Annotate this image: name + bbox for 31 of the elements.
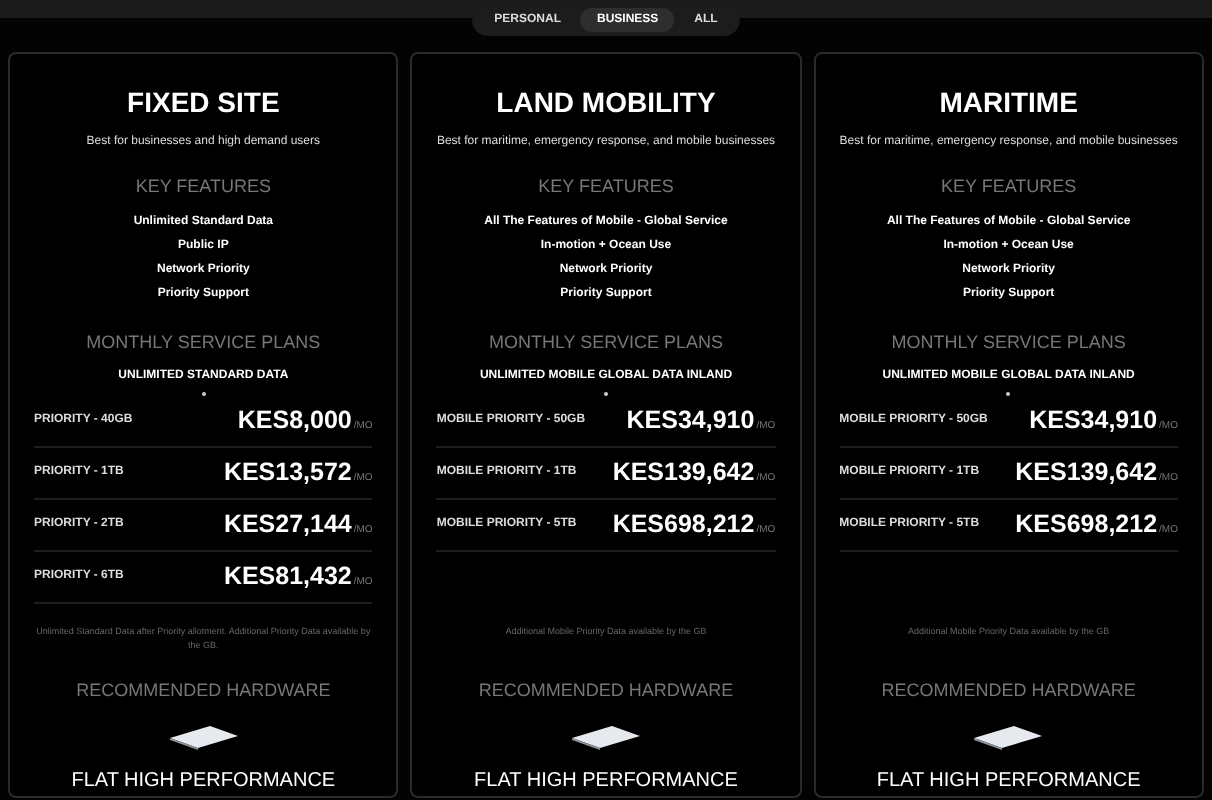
section-heading: KEY FEATURES <box>938 176 1079 198</box>
hardware-name: FLAT HIGH PERFORMANCE <box>69 770 338 794</box>
plan-title: LAND MOBILITY <box>494 86 718 120</box>
plan-price: KES34,910 <box>626 404 755 439</box>
dot-indicator <box>1006 392 1011 396</box>
flat-panel-icon <box>974 726 1043 750</box>
dot-indicator <box>201 392 206 396</box>
hardware-name: FLAT HIGH PERFORMANCE <box>472 770 740 794</box>
hardware-name: FLAT HIGH PERFORMANCE <box>874 770 1143 794</box>
plan-price: KES139,642 <box>612 456 755 491</box>
section-heading: MONTHLY SERVICE PLANS <box>84 332 323 354</box>
section-heading: MONTHLY SERVICE PLANS <box>889 332 1128 354</box>
plan-price: KES139,642 <box>1015 456 1158 491</box>
plan-price: KES698,212 <box>1015 508 1158 543</box>
flat-panel-icon <box>571 726 640 750</box>
plan-price: KES13,572 <box>223 456 352 491</box>
dot-indicator <box>603 392 608 396</box>
section-heading: RECOMMENDED HARDWARE <box>74 680 333 702</box>
flat-panel-icon <box>169 726 238 750</box>
section-heading: MONTHLY SERVICE PLANS <box>486 332 726 354</box>
section-heading: RECOMMENDED HARDWARE <box>879 680 1138 702</box>
plan-price: KES81,432 <box>223 560 352 595</box>
section-heading: RECOMMENDED HARDWARE <box>476 680 736 702</box>
plan-title: FIXED SITE <box>125 86 282 120</box>
plan-price: KES27,144 <box>223 508 352 543</box>
plan-title: MARITIME <box>937 86 1080 120</box>
plan-price: KES34,910 <box>1029 404 1158 439</box>
section-heading: KEY FEATURES <box>536 176 676 198</box>
section-heading: KEY FEATURES <box>133 176 273 198</box>
plan-price: KES698,212 <box>612 508 755 543</box>
plan-price: KES8,000 <box>237 404 352 439</box>
